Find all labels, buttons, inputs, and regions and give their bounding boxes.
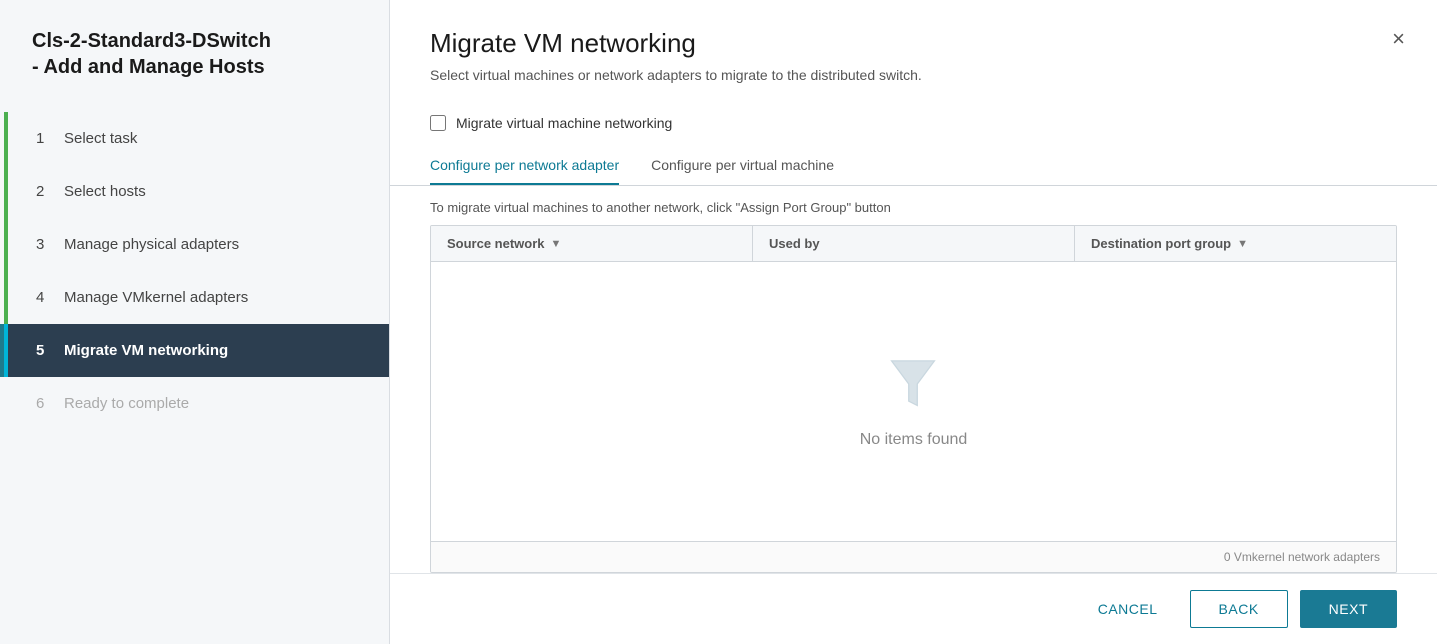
sidebar-item-label-select-task: Select task: [64, 130, 137, 147]
sidebar-item-label-ready: Ready to complete: [64, 395, 189, 412]
sidebar: Cls-2-Standard3-DSwitch - Add and Manage…: [0, 0, 390, 644]
col-used-by: Used by: [753, 226, 1075, 261]
destination-filter-icon[interactable]: ▼: [1237, 238, 1248, 250]
next-button[interactable]: NEXT: [1300, 590, 1397, 628]
sidebar-item-label-manage-physical: Manage physical adapters: [64, 236, 239, 253]
table-footer: 0 Vmkernel network adapters: [431, 541, 1396, 572]
funnel-icon: [883, 354, 943, 419]
sidebar-item-label-migrate-vm: Migrate VM networking: [64, 342, 228, 359]
tab-per-vm[interactable]: Configure per virtual machine: [651, 147, 834, 185]
page-title: Migrate VM networking: [430, 28, 1397, 59]
main-header: Migrate VM networking Select virtual mac…: [390, 0, 1437, 99]
step-num-1: 1: [36, 130, 52, 147]
page-subtitle: Select virtual machines or network adapt…: [430, 67, 1397, 83]
col-destination-port-group: Destination port group ▼: [1075, 226, 1396, 261]
table-header: Source network ▼ Used by Destination por…: [431, 226, 1396, 262]
content-area: To migrate virtual machines to another n…: [390, 186, 1437, 573]
step-num-4: 4: [36, 289, 52, 306]
migrate-networking-row: Migrate virtual machine networking: [390, 99, 1437, 131]
data-table: Source network ▼ Used by Destination por…: [430, 225, 1397, 573]
tabs-container: Configure per network adapter Configure …: [390, 147, 1437, 186]
sidebar-item-manage-vmkernel[interactable]: 4 Manage VMkernel adapters: [0, 271, 389, 324]
sidebar-item-migrate-vm[interactable]: 5 Migrate VM networking: [0, 324, 389, 377]
source-network-filter-icon[interactable]: ▼: [551, 238, 562, 250]
tab-per-adapter[interactable]: Configure per network adapter: [430, 147, 619, 185]
step-num-3: 3: [36, 236, 52, 253]
instruction-text: To migrate virtual machines to another n…: [430, 186, 1397, 225]
footer: CANCEL BACK NEXT: [390, 573, 1437, 644]
main-panel: Migrate VM networking Select virtual mac…: [390, 0, 1437, 644]
close-button[interactable]: ×: [1392, 28, 1405, 50]
back-button[interactable]: BACK: [1190, 590, 1288, 628]
sidebar-item-select-hosts[interactable]: 2 Select hosts: [0, 165, 389, 218]
sidebar-title: Cls-2-Standard3-DSwitch - Add and Manage…: [0, 28, 389, 112]
step-num-5: 5: [36, 342, 52, 359]
cancel-button[interactable]: CANCEL: [1078, 591, 1178, 627]
no-items-text: No items found: [860, 431, 968, 449]
step-num-2: 2: [36, 183, 52, 200]
empty-state: No items found: [860, 354, 968, 449]
sidebar-item-label-select-hosts: Select hosts: [64, 183, 146, 200]
migrate-networking-checkbox[interactable]: [430, 115, 446, 131]
adapter-count: 0 Vmkernel network adapters: [1224, 550, 1380, 564]
step-num-6: 6: [36, 395, 52, 412]
migrate-networking-label: Migrate virtual machine networking: [456, 115, 672, 131]
sidebar-item-label-manage-vmkernel: Manage VMkernel adapters: [64, 289, 248, 306]
sidebar-item-select-task[interactable]: 1 Select task: [0, 112, 389, 165]
sidebar-item-ready[interactable]: 6 Ready to complete: [0, 377, 389, 430]
sidebar-item-manage-physical[interactable]: 3 Manage physical adapters: [0, 218, 389, 271]
col-source-network: Source network ▼: [431, 226, 753, 261]
table-body: No items found: [431, 262, 1396, 541]
